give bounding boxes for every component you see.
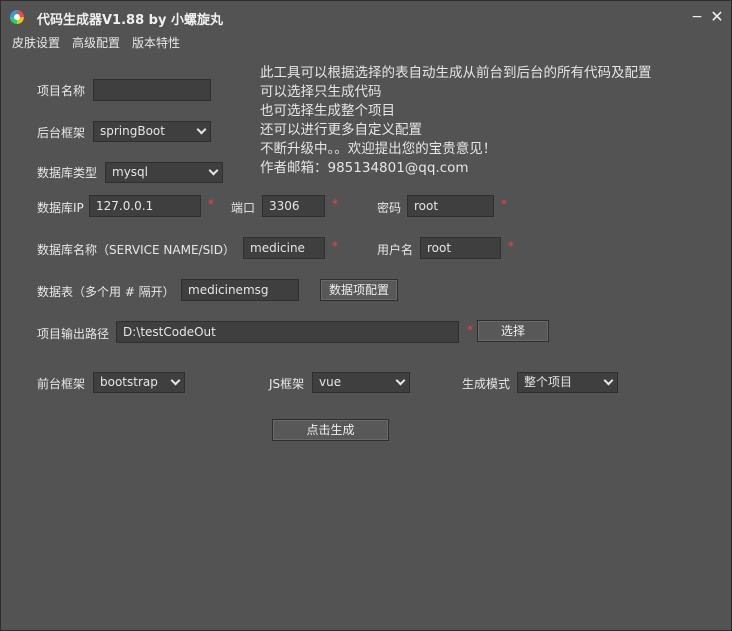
- choose-path-button[interactable]: 选择: [477, 320, 549, 342]
- intro-line: 也可选择生成整个项目: [260, 103, 395, 119]
- close-button[interactable]: ✕: [709, 9, 725, 25]
- frontend-framework-select[interactable]: bootstrap: [93, 372, 185, 393]
- db-type-select[interactable]: mysql: [105, 162, 223, 183]
- chevron-down-icon: [196, 124, 207, 135]
- intro-line: 还可以进行更多自定义配置: [260, 122, 422, 138]
- port-label: 端口: [231, 201, 256, 215]
- tables-input[interactable]: [181, 279, 299, 301]
- username-input[interactable]: [420, 237, 501, 259]
- required-mark: *: [332, 197, 338, 211]
- window-title: 代码生成器V1.88 by 小螺旋丸: [37, 13, 223, 28]
- db-type-value: mysql: [112, 165, 148, 179]
- minimize-button[interactable]: −: [689, 9, 705, 25]
- author-email: 作者邮箱：985134801@qq.com: [260, 160, 469, 176]
- db-type-label: 数据库类型: [37, 166, 98, 180]
- chevron-down-icon: [603, 375, 614, 386]
- project-name-label: 项目名称: [37, 84, 86, 98]
- chevron-down-icon: [208, 165, 219, 176]
- js-framework-label: JS框架: [269, 377, 305, 391]
- password-input[interactable]: [407, 195, 494, 217]
- username-label: 用户名: [377, 243, 414, 257]
- intro-text: 此工具可以根据选择的表自动生成从前台到后台的所有代码及配置 可以选择只生成代码 …: [260, 64, 652, 178]
- intro-line: 此工具可以根据选择的表自动生成从前台到后台的所有代码及配置: [260, 65, 652, 81]
- js-framework-select[interactable]: vue: [312, 372, 410, 393]
- table-config-button[interactable]: 数据项配置: [320, 279, 398, 301]
- js-framework-value: vue: [319, 375, 342, 389]
- required-mark: *: [467, 323, 473, 337]
- generate-button[interactable]: 点击生成: [272, 419, 389, 441]
- frontend-framework-label: 前台框架: [37, 377, 86, 391]
- title-bar: 代码生成器V1.88 by 小螺旋丸 − ✕: [1, 1, 731, 33]
- chevron-down-icon: [170, 375, 181, 386]
- gen-mode-select[interactable]: 整个项目: [517, 372, 618, 393]
- backend-framework-select[interactable]: springBoot: [93, 121, 211, 142]
- intro-line: 可以选择只生成代码: [260, 84, 382, 100]
- menu-advanced-config[interactable]: 高级配置: [72, 34, 120, 51]
- intro-line: 不断升级中。。欢迎提出您的宝贵意见！: [260, 141, 497, 157]
- db-ip-input[interactable]: [89, 195, 201, 217]
- gen-mode-label: 生成模式: [462, 377, 511, 391]
- port-input[interactable]: [262, 195, 325, 217]
- output-path-input[interactable]: [116, 321, 459, 343]
- db-ip-label: 数据库IP: [37, 201, 84, 215]
- backend-framework-label: 后台框架: [37, 126, 86, 140]
- main-window: 代码生成器V1.88 by 小螺旋丸 − ✕ 皮肤设置 高级配置 版本特性 此工…: [0, 0, 732, 631]
- required-mark: *: [208, 197, 214, 211]
- db-name-input[interactable]: [243, 237, 325, 259]
- menu-skin-settings[interactable]: 皮肤设置: [12, 34, 60, 51]
- required-mark: *: [508, 239, 514, 253]
- db-name-label: 数据库名称（SERVICE NAME/SID）: [37, 243, 235, 257]
- chevron-down-icon: [395, 375, 406, 386]
- required-mark: *: [501, 197, 507, 211]
- frontend-framework-value: bootstrap: [100, 375, 158, 389]
- tables-label: 数据表（多个用 # 隔开）: [37, 285, 175, 299]
- password-label: 密码: [377, 201, 402, 215]
- menu-version-features[interactable]: 版本特性: [132, 34, 180, 51]
- output-path-label: 项目输出路径: [37, 327, 110, 341]
- gen-mode-value: 整个项目: [524, 375, 573, 389]
- project-name-input[interactable]: [93, 79, 211, 101]
- app-logo-icon: [10, 10, 24, 24]
- menu-bar: 皮肤设置 高级配置 版本特性: [1, 32, 731, 52]
- required-mark: *: [332, 239, 338, 253]
- backend-framework-value: springBoot: [100, 124, 165, 138]
